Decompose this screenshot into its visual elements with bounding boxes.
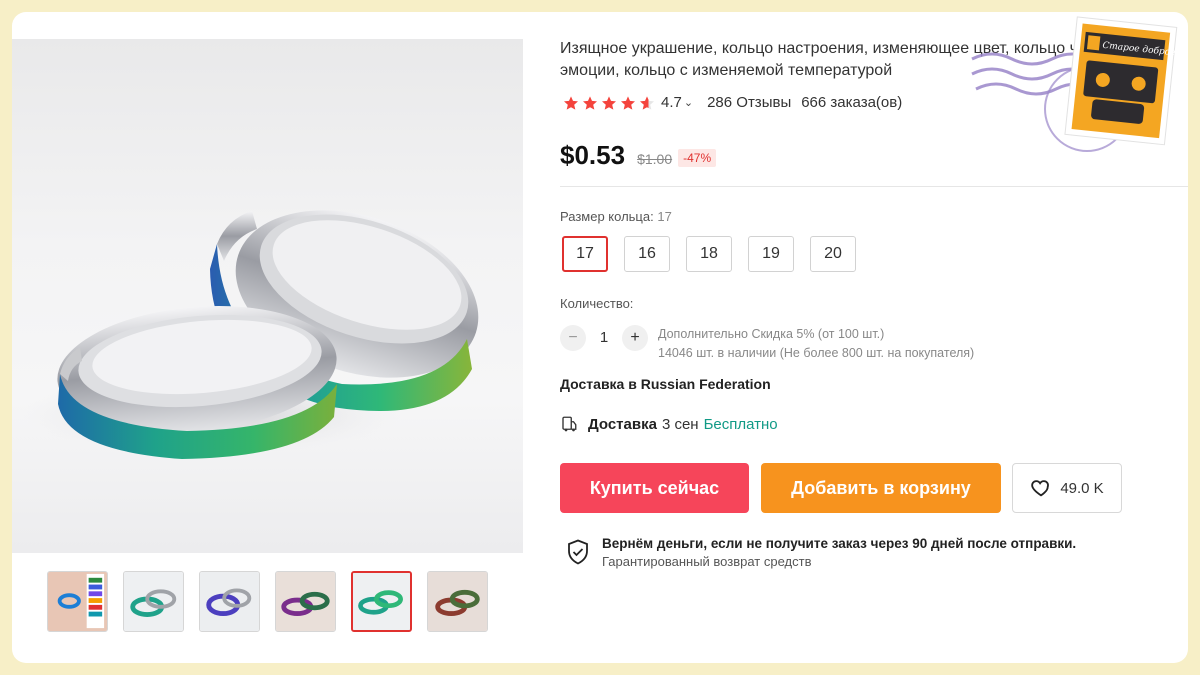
price-row: $0.53 $1.00 -47% bbox=[560, 140, 717, 171]
add-to-cart-button[interactable]: Добавить в корзину bbox=[761, 463, 1001, 513]
main-product-image[interactable] bbox=[12, 39, 523, 553]
size-option-19[interactable]: 19 bbox=[748, 236, 794, 272]
postage-stamp-logo: Старое доброе bbox=[971, 16, 1178, 152]
divider bbox=[560, 186, 1188, 187]
size-option-18[interactable]: 18 bbox=[686, 236, 732, 272]
star-icon bbox=[602, 95, 616, 110]
thumbnail-3[interactable] bbox=[199, 571, 260, 632]
shield-check-icon bbox=[568, 539, 588, 565]
thumbnail-4[interactable] bbox=[275, 571, 336, 632]
shipping-date: 3 сен bbox=[661, 415, 699, 433]
thumbnail-6[interactable] bbox=[427, 571, 488, 632]
thumbnail-2[interactable] bbox=[123, 571, 184, 632]
discount-badge: -47% bbox=[678, 149, 717, 167]
shipping-row: Доставка 3 сен Бесплатно bbox=[560, 415, 778, 433]
guarantee-main-text: Вернём деньги, если не получите заказ че… bbox=[602, 536, 1077, 551]
thumbnail-1[interactable] bbox=[47, 571, 108, 632]
rating-stars bbox=[563, 95, 655, 111]
truck-icon bbox=[562, 416, 577, 432]
size-option-20[interactable]: 20 bbox=[810, 236, 856, 272]
mood-rings-photo bbox=[22, 210, 479, 459]
shipping-cost: Бесплатно bbox=[703, 415, 778, 433]
buyer-protection: Вернём деньги, если не получите заказ че… bbox=[566, 535, 1076, 571]
chevron-down-icon[interactable]: ⌄ bbox=[684, 96, 693, 109]
size-option-16[interactable]: 16 bbox=[624, 236, 670, 272]
rating-row: 4.7 ⌄ 286 Отзывы 666 заказа(ов) bbox=[563, 94, 902, 111]
size-selected-value: 17 bbox=[657, 209, 672, 224]
wishlist-button[interactable]: 49.0 K bbox=[1012, 463, 1122, 513]
size-label-text: Размер кольца: bbox=[560, 209, 654, 224]
reviews-count[interactable]: 286 Отзывы bbox=[707, 94, 791, 111]
heart-icon bbox=[1031, 480, 1050, 497]
bulk-discount-note: Дополнительно Скидка 5% (от 100 шт.) bbox=[658, 327, 885, 341]
size-option-17[interactable]: 17 bbox=[562, 236, 608, 272]
stock-note: 14046 шт. в наличии (Не более 800 шт. на… bbox=[658, 346, 975, 360]
quantity-plus-button[interactable]: + bbox=[622, 325, 648, 351]
quantity-label: Количество: bbox=[560, 296, 634, 311]
quantity-minus-button[interactable]: − bbox=[560, 325, 586, 351]
quantity-input[interactable]: 1 bbox=[586, 325, 622, 351]
star-icon bbox=[621, 95, 635, 110]
guarantee-sub-text: Гарантированный возврат средств bbox=[602, 554, 812, 569]
rating-value: 4.7 bbox=[661, 94, 682, 111]
old-price: $1.00 bbox=[637, 151, 673, 167]
quantity-stepper: − 1 + Дополнительно Скидка 5% (от 100 шт… bbox=[560, 325, 974, 363]
thumbnail-strip bbox=[47, 571, 488, 632]
shipping-region[interactable]: Доставка в Russian Federation bbox=[560, 376, 771, 392]
size-label: Размер кольца: 17 bbox=[560, 209, 672, 224]
size-options: 17 16 18 19 20 bbox=[562, 236, 856, 272]
thumbnail-5-selected[interactable] bbox=[351, 571, 412, 632]
star-icon bbox=[583, 95, 597, 110]
shipping-label: Доставка bbox=[588, 415, 657, 433]
orders-count: 666 заказа(ов) bbox=[801, 94, 903, 111]
star-icon bbox=[564, 95, 578, 110]
wishlist-count: 49.0 K bbox=[1060, 479, 1104, 497]
star-half-icon bbox=[640, 95, 654, 110]
buy-now-button[interactable]: Купить сейчас bbox=[560, 463, 749, 513]
current-price: $0.53 bbox=[560, 140, 626, 170]
quantity-notes: Дополнительно Скидка 5% (от 100 шт.) 140… bbox=[658, 325, 974, 363]
